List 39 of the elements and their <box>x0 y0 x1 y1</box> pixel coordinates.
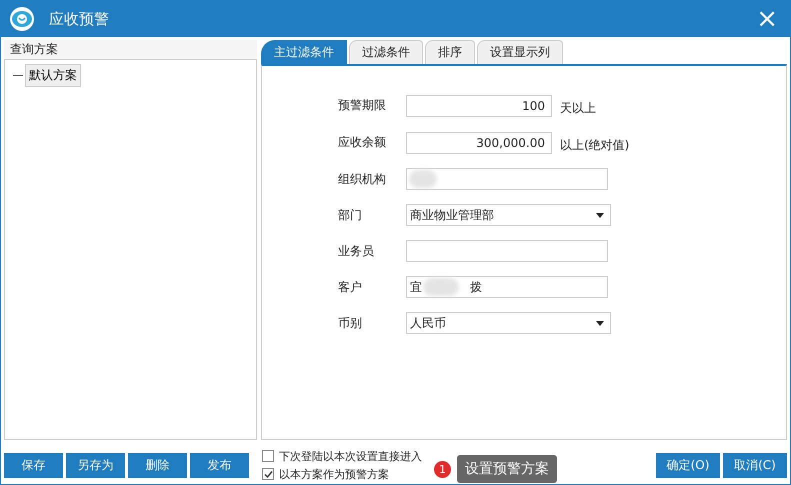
scheme-button[interactable]: 删除 <box>128 452 187 478</box>
scheme-button[interactable]: 另存为 <box>66 452 125 478</box>
step-badge: 1 <box>434 460 451 478</box>
eye-logo-icon <box>9 6 35 32</box>
dropdown[interactable]: 人民币 <box>406 312 611 334</box>
field-label: 客户 <box>338 278 363 296</box>
scheme-button[interactable]: 保存 <box>4 452 63 478</box>
checkbox-label: 下次登陆以本次设置直接进入 <box>279 448 422 464</box>
input-field[interactable]: 300,000.00 <box>406 132 552 154</box>
checkbox[interactable] <box>262 468 274 480</box>
dropdown-arrow-icon <box>596 320 604 326</box>
tab[interactable]: 过滤条件 <box>349 40 423 64</box>
scheme-button[interactable]: 发布 <box>190 452 249 478</box>
dropdown[interactable]: 商业物业管理部 <box>406 204 611 226</box>
checkbox-label: 以本方案作为预警方案 <box>279 466 389 482</box>
dropdown-arrow-icon <box>596 212 604 218</box>
dialog-button[interactable]: 确定(O) <box>656 452 720 478</box>
checkbox[interactable] <box>262 450 274 462</box>
unit-label: 天以上 <box>560 100 596 117</box>
input-field[interactable]: 100 <box>406 94 552 116</box>
window-title: 应收预警 <box>49 10 110 28</box>
field-label: 预警期限 <box>338 97 387 114</box>
field-label: 业务员 <box>338 242 375 260</box>
tree-item[interactable]: 默认方案 <box>25 64 81 87</box>
field-label: 应收余额 <box>338 134 387 151</box>
close-button[interactable]: × <box>752 6 782 32</box>
field-label: 组织机构 <box>338 170 387 188</box>
tab[interactable]: 主过滤条件 <box>261 40 347 64</box>
input-field[interactable]: 宜 拨 <box>406 276 608 298</box>
tab[interactable]: 设置显示列 <box>477 40 563 64</box>
input-field[interactable] <box>406 240 608 262</box>
field-label: 币别 <box>338 314 363 332</box>
panel-header: 查询方案 <box>4 40 257 59</box>
dialog-button[interactable]: 取消(C) <box>723 452 787 478</box>
tab[interactable]: 排序 <box>425 40 475 64</box>
tooltip: 设置预警方案 <box>457 455 557 483</box>
field-label: 部门 <box>338 206 363 224</box>
input-field[interactable] <box>406 168 608 190</box>
unit-label: 以上(绝对值) <box>560 137 630 154</box>
